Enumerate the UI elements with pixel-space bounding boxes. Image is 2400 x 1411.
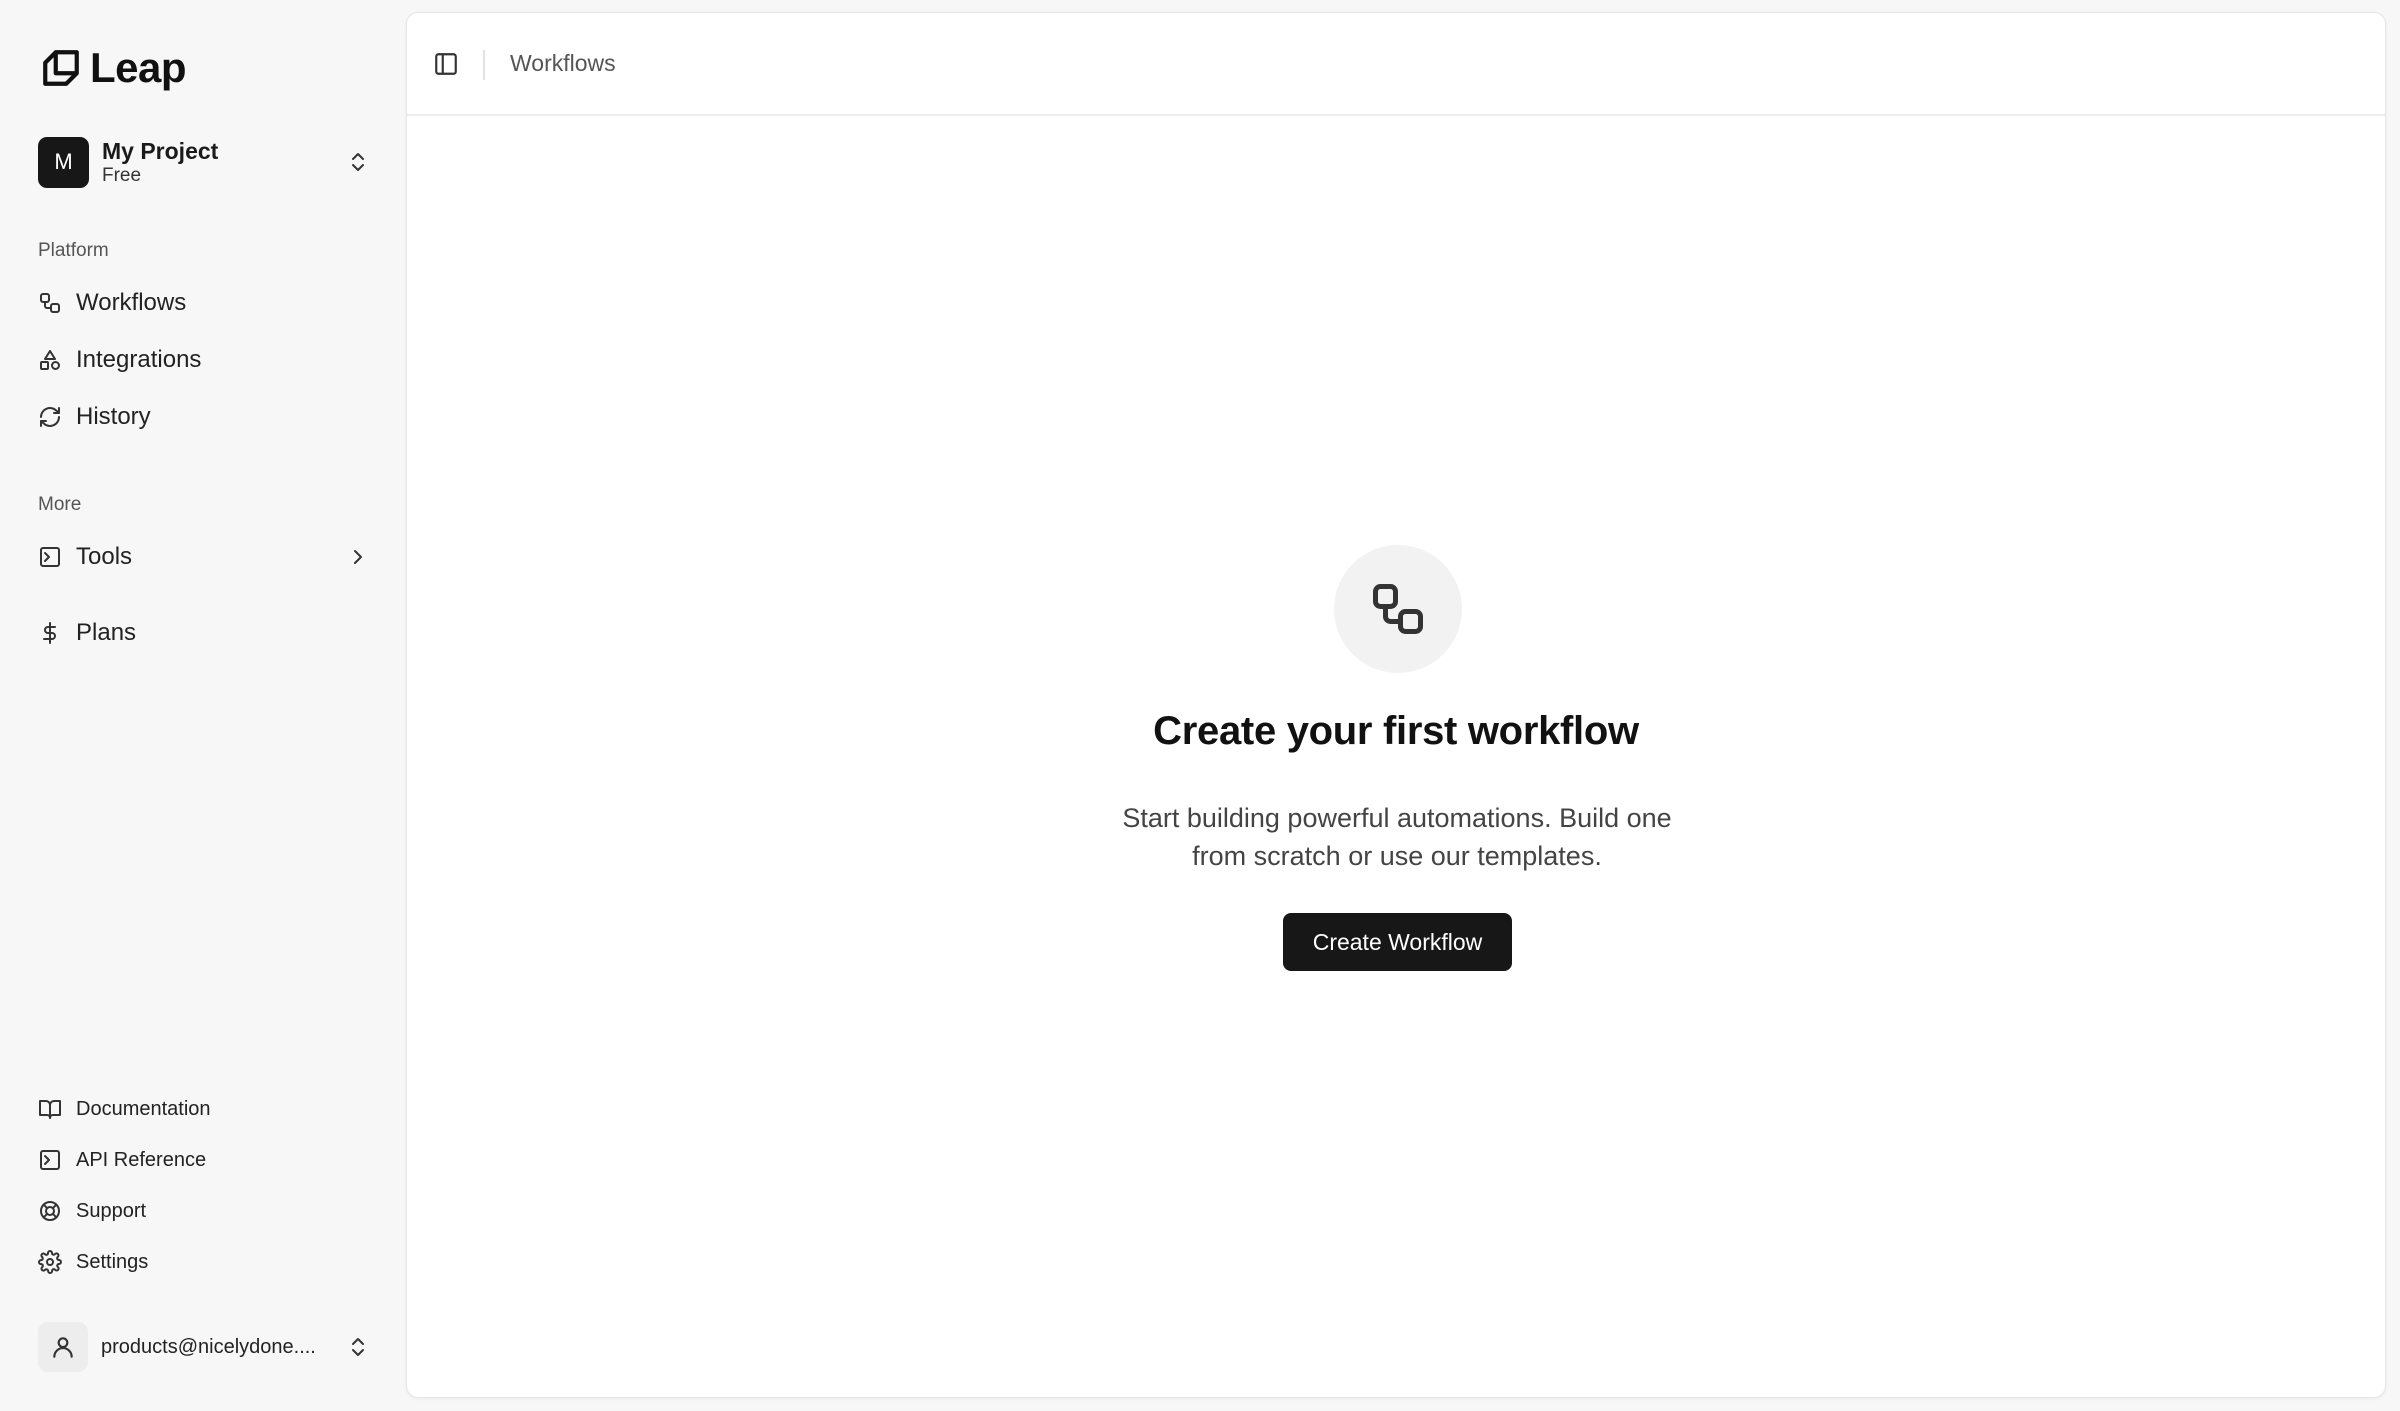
- sidebar-item-label: Support: [76, 1199, 147, 1222]
- empty-state-title: Create your first workflow: [1153, 709, 1639, 753]
- sidebar-item-label: Workflows: [76, 289, 187, 316]
- gear-icon: [38, 1250, 62, 1274]
- sidebar-item-label: API Reference: [76, 1148, 207, 1171]
- terminal-icon: [38, 1148, 62, 1172]
- empty-state-description: Start building powerful automations. Bui…: [1122, 803, 1672, 871]
- empty-state-icon: [1334, 545, 1462, 673]
- leap-logo-icon: [43, 50, 79, 86]
- project-text: My Project Free: [102, 137, 218, 187]
- project-switcher[interactable]: M My Project Free: [38, 134, 370, 190]
- user-icon: [53, 1337, 73, 1358]
- workflow-icon: [38, 291, 62, 315]
- sidebar-item-tools[interactable]: Tools: [38, 534, 370, 580]
- user-email: products@nicelydone....: [101, 1335, 316, 1358]
- sidebar-item-label: Tools: [76, 543, 133, 570]
- sidebar-toggle-button[interactable]: [433, 51, 459, 77]
- refresh-icon: [38, 405, 62, 429]
- chevrons-up-down-icon: [352, 1338, 364, 1356]
- sidebar-toggle-icon: [435, 53, 457, 75]
- brand-logo[interactable]: Leap: [40, 44, 187, 92]
- life-buoy-icon: [38, 1199, 62, 1223]
- create-workflow-button[interactable]: Create Workflow: [1283, 913, 1512, 971]
- sidebar-item-integrations[interactable]: Integrations: [38, 337, 370, 383]
- terminal-icon: [38, 545, 62, 569]
- sidebar-item-history[interactable]: History: [38, 394, 370, 440]
- workflow-icon: [1373, 584, 1423, 634]
- sidebar-item-documentation[interactable]: Documentation: [38, 1089, 370, 1129]
- sidebar-item-label: History: [76, 403, 151, 430]
- sidebar-item-plans[interactable]: Plans: [38, 610, 370, 656]
- book-icon: [38, 1097, 62, 1121]
- section-label-platform: Platform: [38, 240, 109, 261]
- chevrons-up-down-icon: [352, 153, 364, 171]
- user-menu[interactable]: products@nicelydone....: [38, 1322, 370, 1372]
- brand-name: Leap: [90, 44, 187, 91]
- dollar-icon: [38, 621, 62, 645]
- sidebar-item-workflows[interactable]: Workflows: [38, 280, 370, 326]
- breadcrumb: Workflows: [510, 50, 616, 76]
- topbar-divider: [483, 50, 485, 80]
- sidebar-item-api-reference[interactable]: API Reference: [38, 1140, 370, 1180]
- project-name: My Project: [102, 138, 219, 164]
- section-label-more: More: [38, 494, 82, 515]
- sidebar-item-support[interactable]: Support: [38, 1191, 370, 1231]
- project-plan: Free: [102, 165, 142, 186]
- sidebar-item-label: Documentation: [76, 1097, 211, 1120]
- avatar: [38, 1322, 88, 1372]
- sidebar-item-label: Integrations: [76, 346, 202, 373]
- main-panel: Workflows Create your first workflow Sta…: [406, 12, 2386, 1398]
- sidebar-item-settings[interactable]: Settings: [38, 1242, 370, 1282]
- app-root: Leap M My Project Free Platform Workflow…: [0, 0, 2400, 1411]
- sidebar: Leap M My Project Free Platform Workflow…: [0, 0, 404, 1411]
- sidebar-item-label: Plans: [76, 619, 137, 646]
- chevron-right-icon[interactable]: [346, 545, 370, 569]
- topbar: Workflows: [407, 13, 2385, 116]
- sidebar-item-label: Settings: [76, 1250, 149, 1273]
- shapes-icon: [38, 348, 62, 372]
- project-avatar: M: [38, 136, 89, 188]
